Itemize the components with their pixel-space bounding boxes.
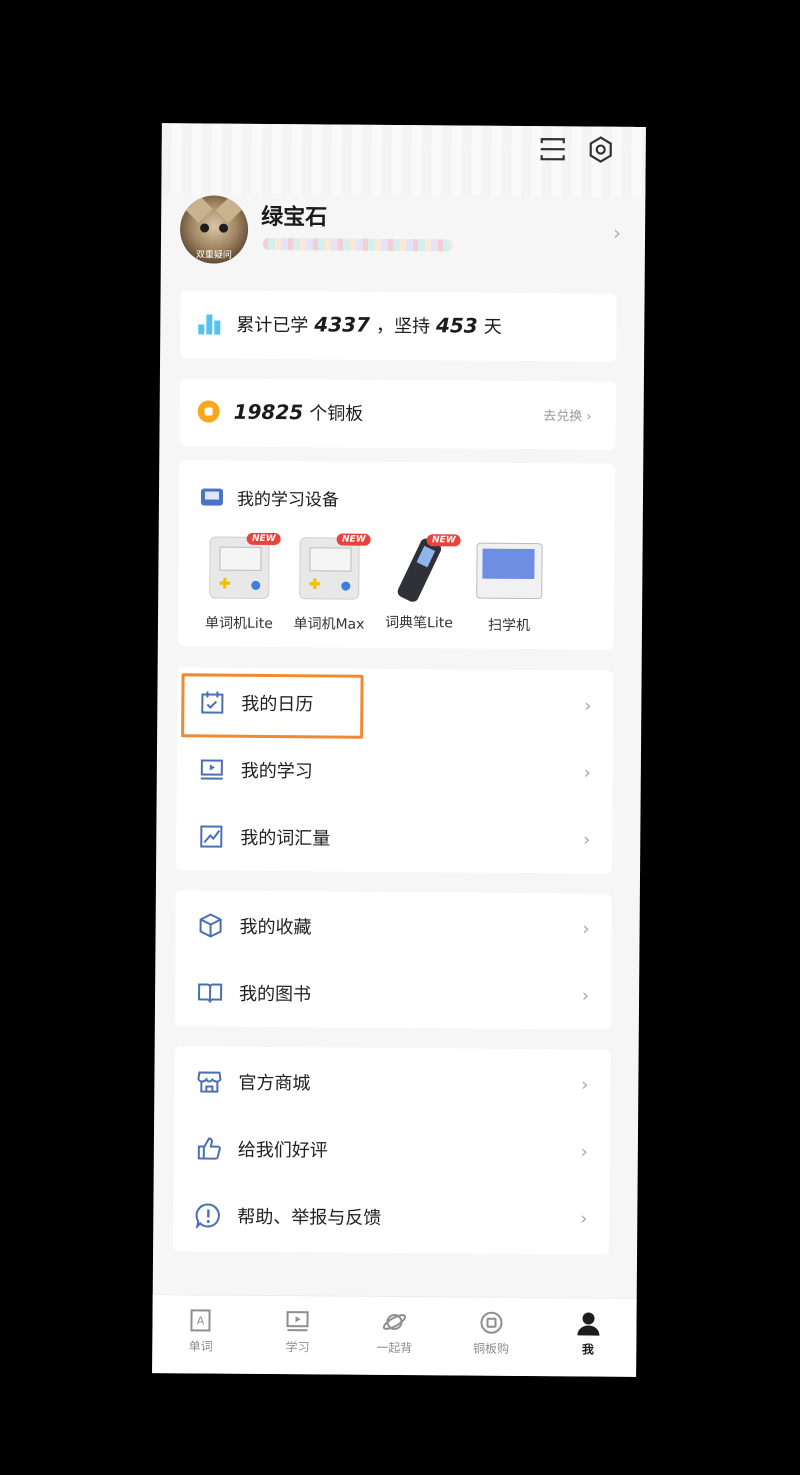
coin-amount: 19825 xyxy=(233,399,304,425)
tab-study[interactable]: 学习 xyxy=(249,1296,346,1375)
menu-item-favorites[interactable]: 我的收藏 › xyxy=(175,892,612,961)
user-badges xyxy=(262,237,454,252)
video-icon xyxy=(200,759,223,780)
tab-together[interactable]: 一起背 xyxy=(346,1297,443,1376)
menu-label: 我的收藏 xyxy=(239,916,312,939)
menu-item-rate-us[interactable]: 给我们好评 › xyxy=(174,1115,611,1184)
store-icon xyxy=(197,1071,222,1093)
menu-item-vocabulary[interactable]: 我的词汇量 › xyxy=(176,803,613,872)
coin-icon xyxy=(197,400,220,423)
chevron-right-icon: › xyxy=(581,984,590,1007)
trend-icon xyxy=(200,825,223,848)
device-label: 单词机Max xyxy=(293,616,365,633)
video-icon xyxy=(286,1311,309,1332)
help-icon xyxy=(195,1203,220,1229)
device-label: 单词机Lite xyxy=(205,615,273,633)
menu-item-my-study[interactable]: 我的学习 › xyxy=(177,736,614,805)
new-badge: NEW xyxy=(246,532,281,546)
box-icon xyxy=(199,913,222,938)
tab-label: 我 xyxy=(581,1342,594,1357)
study-stats-card[interactable]: 累计已学 4337 ，坚持 453 天 xyxy=(180,290,617,362)
scanner-image xyxy=(476,542,543,600)
profile-header[interactable]: 双重疑问 绿宝石 › xyxy=(161,193,646,287)
menu-label: 我的词汇量 xyxy=(240,827,331,850)
bar-chart-icon xyxy=(198,312,222,335)
tab-label: 一起背 xyxy=(376,1340,413,1356)
highlight-box xyxy=(181,673,364,739)
chevron-right-icon: › xyxy=(582,917,590,940)
word-machine-max-image xyxy=(299,537,360,600)
user-icon xyxy=(576,1312,599,1336)
settings-icon[interactable] xyxy=(586,134,616,164)
dictionary-pen-image xyxy=(395,536,444,604)
chevron-right-icon: › xyxy=(581,1073,589,1095)
learned-count: 4337 xyxy=(314,312,371,337)
stats-suffix: 天 xyxy=(483,316,502,338)
top-bar xyxy=(161,123,646,197)
thumbs-up-icon xyxy=(197,1137,221,1160)
svg-text:A: A xyxy=(197,1314,205,1327)
menu-item-calendar[interactable]: 我的日历 › xyxy=(177,669,614,739)
days-count: 453 xyxy=(435,313,478,338)
app-screen: 双重疑问 绿宝石 › 累计已学 4337 ，坚持 453 天 19825 个铜板… xyxy=(152,123,646,1377)
user-name: 绿宝石 xyxy=(261,204,328,231)
book-icon xyxy=(198,983,223,1003)
chevron-right-icon: › xyxy=(583,828,591,851)
coins-card[interactable]: 19825 个铜板 去兑换 › xyxy=(179,378,616,450)
tab-label: 单词 xyxy=(188,1339,213,1354)
device-label: 词典笔Lite xyxy=(385,614,453,632)
device-item[interactable]: NEW 词典笔Lite xyxy=(374,534,465,635)
tab-coin-shop[interactable]: 铜板购 xyxy=(442,1297,539,1376)
word-machine-lite-image xyxy=(209,536,270,599)
menu-label: 帮助、举报与反馈 xyxy=(237,1206,382,1229)
redeem-link[interactable]: 去兑换 › xyxy=(543,405,591,424)
stats-mid: ，坚持 xyxy=(375,315,431,338)
devices-card: 我的学习设备 NEW 单词机Lite NEW 单词机Max NEW 词典笔Lit… xyxy=(177,460,616,650)
chevron-right-icon: › xyxy=(580,1207,588,1229)
word-card-icon: A xyxy=(190,1309,211,1332)
menu-item-store[interactable]: 官方商城 › xyxy=(174,1048,611,1117)
coin-icon xyxy=(480,1311,503,1334)
menu-group-collections: 我的收藏 › 我的图书 › xyxy=(174,890,612,1030)
new-badge: NEW xyxy=(336,533,371,546)
chevron-right-icon: › xyxy=(612,220,622,245)
menu-label: 给我们好评 xyxy=(237,1139,328,1162)
menu-label: 我的学习 xyxy=(240,760,313,783)
planet-icon xyxy=(382,1313,407,1330)
menu-item-books[interactable]: 我的图书 › xyxy=(175,959,612,1028)
device-item[interactable]: NEW 单词机Max xyxy=(284,533,375,634)
tab-words[interactable]: A 单词 xyxy=(152,1295,249,1374)
tab-label: 铜板购 xyxy=(473,1341,510,1356)
stats-prefix: 累计已学 xyxy=(236,314,309,337)
chevron-right-icon: › xyxy=(584,694,592,717)
avatar-caption: 双重疑问 xyxy=(195,250,232,261)
chevron-right-icon: › xyxy=(583,761,591,784)
coin-unit: 个铜板 xyxy=(309,403,364,425)
menu-item-help[interactable]: 帮助、举报与反馈 › xyxy=(173,1182,610,1251)
device-item[interactable]: 扫学机 xyxy=(464,539,555,636)
menu-label: 我的图书 xyxy=(238,983,312,1006)
bottom-tab-bar: A 单词 学习 一起背 铜板购 我 xyxy=(152,1294,637,1377)
scan-icon[interactable] xyxy=(538,134,568,164)
menu-group-other: 官方商城 › 给我们好评 › 帮助、举报与反馈 › xyxy=(173,1046,611,1255)
device-item[interactable]: NEW 单词机Lite xyxy=(194,532,285,633)
monitor-icon xyxy=(200,488,224,506)
menu-label: 官方商城 xyxy=(238,1072,311,1095)
tab-label: 学习 xyxy=(285,1340,310,1355)
devices-title: 我的学习设备 xyxy=(236,489,340,511)
tab-me[interactable]: 我 xyxy=(539,1298,636,1377)
menu-group-study: 我的日历 › 我的学习 › 我的词汇量 › xyxy=(176,667,614,874)
avatar[interactable]: 双重疑问 xyxy=(179,195,249,264)
new-badge: NEW xyxy=(426,534,461,547)
device-label: 扫学机 xyxy=(487,617,531,635)
chevron-right-icon: › xyxy=(580,1140,588,1162)
